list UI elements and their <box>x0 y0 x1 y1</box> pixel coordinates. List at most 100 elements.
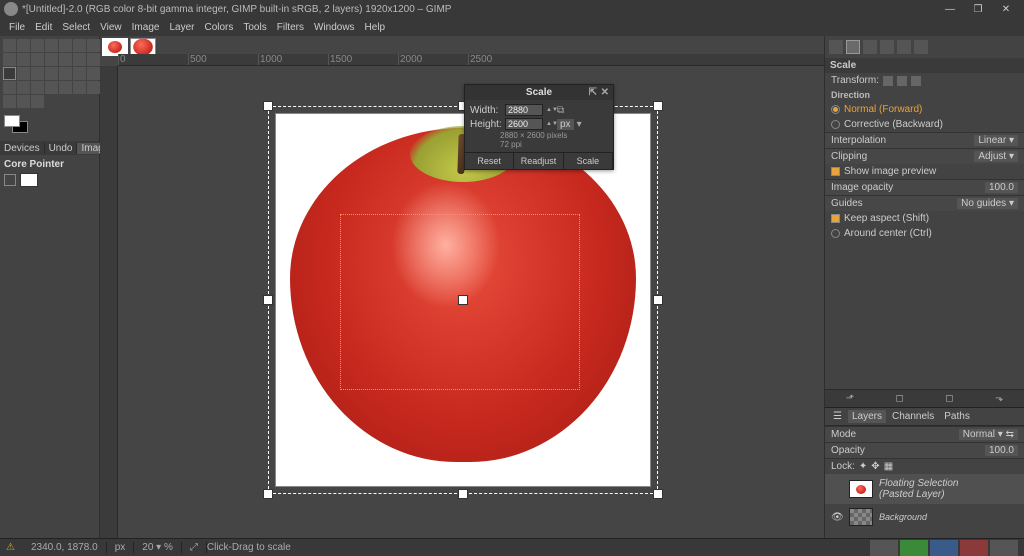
tool-eraser[interactable] <box>45 81 58 94</box>
layer-item-background[interactable]: 👁 Background <box>825 504 1024 530</box>
close-button[interactable]: ✕ <box>992 0 1020 18</box>
width-field[interactable] <box>505 104 543 116</box>
tool-color-picker[interactable] <box>31 53 44 66</box>
menu-edit[interactable]: Edit <box>30 21 57 34</box>
radio-corrective[interactable] <box>831 120 840 129</box>
tab-undo[interactable]: Undo <box>45 143 78 154</box>
chevron-down-icon[interactable]: ▾ <box>577 119 582 130</box>
menu-layer[interactable]: Layer <box>164 21 199 34</box>
dir-normal-label[interactable]: Normal (Forward) <box>844 104 922 115</box>
handle-top-left[interactable] <box>263 101 273 111</box>
menu-select[interactable]: Select <box>57 21 95 34</box>
tool-measure[interactable] <box>59 53 72 66</box>
tab-layers[interactable]: Layers <box>848 410 886 423</box>
handle-top-right[interactable] <box>653 101 663 111</box>
guides-dropdown[interactable]: No guides ▾ <box>957 198 1018 209</box>
dir-corrective-label[interactable]: Corrective (Backward) <box>844 119 943 130</box>
preview-label[interactable]: Show image preview <box>844 166 936 177</box>
tool-rect-select[interactable] <box>17 39 30 52</box>
unit-dropdown[interactable]: px <box>557 119 574 130</box>
ic-6[interactable] <box>914 40 928 54</box>
status-btn-cancel[interactable] <box>960 540 988 556</box>
interp-dropdown[interactable]: Linear ▾ <box>974 135 1018 146</box>
tool-scale[interactable] <box>3 67 16 80</box>
scale-dialog-title[interactable]: Scale ⇱ ✕ <box>465 85 613 100</box>
layer-item-floating[interactable]: Floating Selection(Pasted Layer) <box>825 474 1024 504</box>
ic-3[interactable] <box>863 40 877 54</box>
width-spinner[interactable]: ▲▼ <box>546 108 554 112</box>
tool-fuzzy-select[interactable] <box>59 39 72 52</box>
tab-devices[interactable]: Devices <box>0 143 45 154</box>
ic-5[interactable] <box>897 40 911 54</box>
lock-pixels-icon[interactable]: ✦ <box>859 461 867 472</box>
status-btn-1[interactable] <box>870 540 898 556</box>
ic-1[interactable] <box>829 40 843 54</box>
fg-bg-color[interactable] <box>4 115 32 137</box>
handle-mid-left[interactable] <box>263 295 273 305</box>
ic-2[interactable] <box>846 40 860 54</box>
maximize-button[interactable]: ❐ <box>964 0 992 18</box>
status-btn-ok[interactable] <box>900 540 928 556</box>
layer-name[interactable]: Floating Selection(Pasted Layer) <box>879 478 959 500</box>
ruler-horizontal[interactable]: 0 500 1000 1500 2000 2500 <box>118 54 824 66</box>
tab-paths[interactable]: Paths <box>940 410 974 423</box>
tool-flip[interactable] <box>45 67 58 80</box>
tool-cage[interactable] <box>59 67 72 80</box>
handle-bottom-right[interactable] <box>653 489 663 499</box>
menu-image[interactable]: Image <box>127 21 165 34</box>
tool-dodge[interactable] <box>31 95 44 108</box>
check-around-center[interactable] <box>831 229 840 238</box>
layers-tab-icon[interactable]: ☰ <box>829 410 846 423</box>
pin-icon[interactable]: ⇱ <box>589 87 597 98</box>
nav-prev-icon[interactable]: ◻ <box>885 393 915 404</box>
tool-foreground[interactable] <box>3 53 16 66</box>
transform-path-icon[interactable] <box>911 76 921 86</box>
menu-filters[interactable]: Filters <box>272 21 309 34</box>
tool-pencil[interactable] <box>17 81 30 94</box>
handle-mid-right[interactable] <box>653 295 663 305</box>
mode-dropdown[interactable]: Normal ▾ ⇆ <box>959 429 1018 440</box>
readjust-button[interactable]: Readjust <box>514 153 563 169</box>
minimize-button[interactable]: — <box>936 0 964 18</box>
nav-first-icon[interactable]: ⬏ <box>835 393 865 404</box>
menu-tools[interactable]: Tools <box>238 21 271 34</box>
status-btn-5[interactable] <box>990 540 1018 556</box>
tool-rotate[interactable] <box>87 53 100 66</box>
handle-bottom-center[interactable] <box>458 489 468 499</box>
tool-scissors[interactable] <box>87 39 100 52</box>
status-zoom[interactable]: 20 ▾ % <box>134 542 182 553</box>
tool-move[interactable] <box>3 39 16 52</box>
tab-channels[interactable]: Channels <box>888 410 938 423</box>
tool-bucket[interactable] <box>87 67 100 80</box>
ruler-vertical[interactable] <box>100 66 118 538</box>
tool-paintbrush[interactable] <box>31 81 44 94</box>
status-btn-info[interactable] <box>930 540 958 556</box>
check-preview[interactable] <box>831 167 840 176</box>
keep-aspect-label[interactable]: Keep aspect (Shift) <box>844 213 929 224</box>
tool-text[interactable] <box>73 67 86 80</box>
height-spinner[interactable]: ▲▼ <box>546 122 554 126</box>
lock-position-icon[interactable]: ✥ <box>871 461 879 472</box>
tool-clone[interactable] <box>87 81 100 94</box>
lock-alpha-icon[interactable]: ▦ <box>884 461 893 472</box>
scale-dialog[interactable]: Scale ⇱ ✕ Width: ▲▼ ⧉ Height: ▲▼ px ▾ <box>464 84 614 170</box>
dialog-close-icon[interactable]: ✕ <box>601 87 609 98</box>
tool-airbrush[interactable] <box>59 81 72 94</box>
fg-swatch[interactable] <box>4 115 20 127</box>
image-opacity-value[interactable]: 100.0 <box>985 182 1018 193</box>
layer-name[interactable]: Background <box>879 512 927 522</box>
tool-heal[interactable] <box>3 95 16 108</box>
tool-shear[interactable] <box>17 67 30 80</box>
scale-button[interactable]: Scale <box>564 153 613 169</box>
menu-windows[interactable]: Windows <box>309 21 360 34</box>
tool-ink[interactable] <box>73 81 86 94</box>
status-unit[interactable]: px <box>107 542 135 553</box>
nav-last-icon[interactable]: ⬎ <box>984 393 1014 404</box>
clipping-dropdown[interactable]: Adjust ▾ <box>974 151 1018 162</box>
tool-color-select[interactable] <box>73 39 86 52</box>
menu-help[interactable]: Help <box>360 21 391 34</box>
menu-file[interactable]: File <box>4 21 30 34</box>
transform-layer-icon[interactable] <box>883 76 893 86</box>
layer-opacity-value[interactable]: 100.0 <box>985 445 1018 456</box>
menu-view[interactable]: View <box>95 21 127 34</box>
